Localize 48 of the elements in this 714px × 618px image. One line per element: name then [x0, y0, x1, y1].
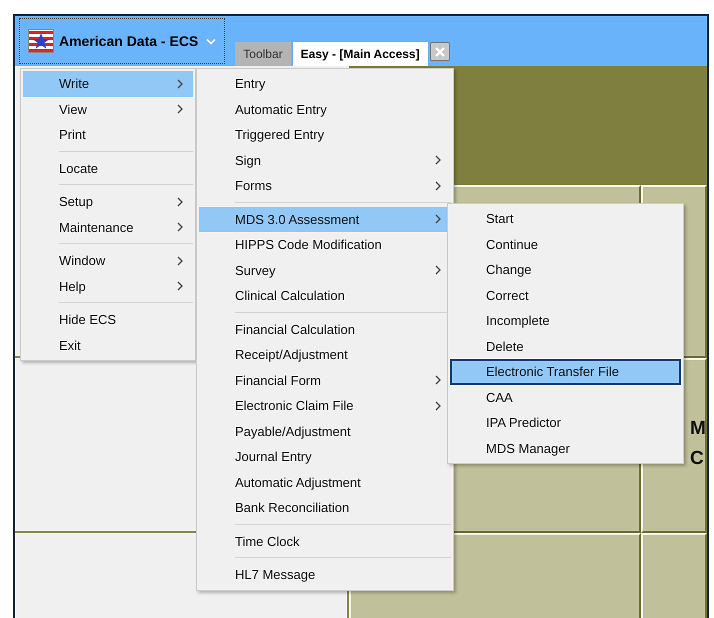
menu-item[interactable]: Time Clock	[199, 528, 451, 554]
menu-item[interactable]: Window	[23, 248, 193, 274]
tab[interactable]: Toolbar	[235, 42, 291, 66]
menu-item[interactable]: Write	[23, 71, 193, 96]
menu-item[interactable]: Journal Entry	[199, 444, 451, 470]
menu-item[interactable]: Continue	[450, 232, 681, 257]
menu-item[interactable]: Incomplete	[450, 308, 681, 334]
menu-item[interactable]: Locate	[23, 156, 193, 181]
menu-item[interactable]: Maintenance	[23, 214, 193, 240]
close-icon	[434, 46, 445, 56]
menu-item[interactable]: Triggered Entry	[199, 122, 451, 148]
menu-item[interactable]: Clinical Calculation	[199, 283, 451, 308]
menu-item[interactable]: Payable/Adjustment	[199, 418, 451, 444]
tile[interactable]	[641, 533, 707, 618]
menu-item[interactable]: Financial Calculation	[199, 316, 451, 342]
menu-item[interactable]: Electronic Transfer File	[450, 359, 681, 384]
menu-item[interactable]: View	[23, 96, 193, 122]
menu-item[interactable]: Electronic Claim File	[199, 393, 451, 418]
menu-item[interactable]: Start	[450, 206, 681, 232]
flag-icon	[28, 29, 54, 53]
chevron-down-icon	[206, 38, 216, 44]
menu-item[interactable]: CAA	[450, 384, 681, 410]
menu-item[interactable]: Help	[23, 274, 193, 299]
menu-item[interactable]: Automatic Entry	[199, 96, 451, 122]
menu-item[interactable]: Survey	[199, 258, 451, 283]
app-menu-button[interactable]: American Data - ECS	[19, 18, 226, 64]
menu-item[interactable]: HIPPS Code Modification	[199, 232, 451, 258]
tile-label: C	[690, 447, 704, 471]
menu-item[interactable]: Sign	[199, 148, 451, 173]
menu-item[interactable]: Change	[450, 257, 681, 282]
close-button[interactable]	[430, 42, 450, 61]
menu-item[interactable]: Entry	[199, 71, 451, 96]
menu-item[interactable]: Print	[23, 122, 193, 148]
menu-item[interactable]: Delete	[450, 334, 681, 359]
menu-item[interactable]: Hide ECS	[23, 307, 193, 332]
menu-item[interactable]: HL7 Message	[199, 562, 451, 588]
menu-item[interactable]: Exit	[23, 332, 193, 358]
menu-item[interactable]: MDS Manager	[450, 436, 681, 461]
menu-item[interactable]: Bank Reconciliation	[199, 495, 451, 520]
tab[interactable]: Easy - [Main Access]	[292, 42, 428, 66]
menu-item[interactable]: Financial Form	[199, 368, 451, 393]
menu-item[interactable]: Correct	[450, 282, 681, 308]
tile-label: M	[690, 417, 705, 441]
menu-item[interactable]: IPA Predictor	[450, 410, 681, 436]
menu-item[interactable]: Receipt/Adjustment	[199, 342, 451, 368]
menu-item[interactable]: Automatic Adjustment	[199, 470, 451, 495]
menu-item[interactable]: Forms	[199, 173, 451, 198]
menu-item[interactable]: Setup	[23, 189, 193, 214]
